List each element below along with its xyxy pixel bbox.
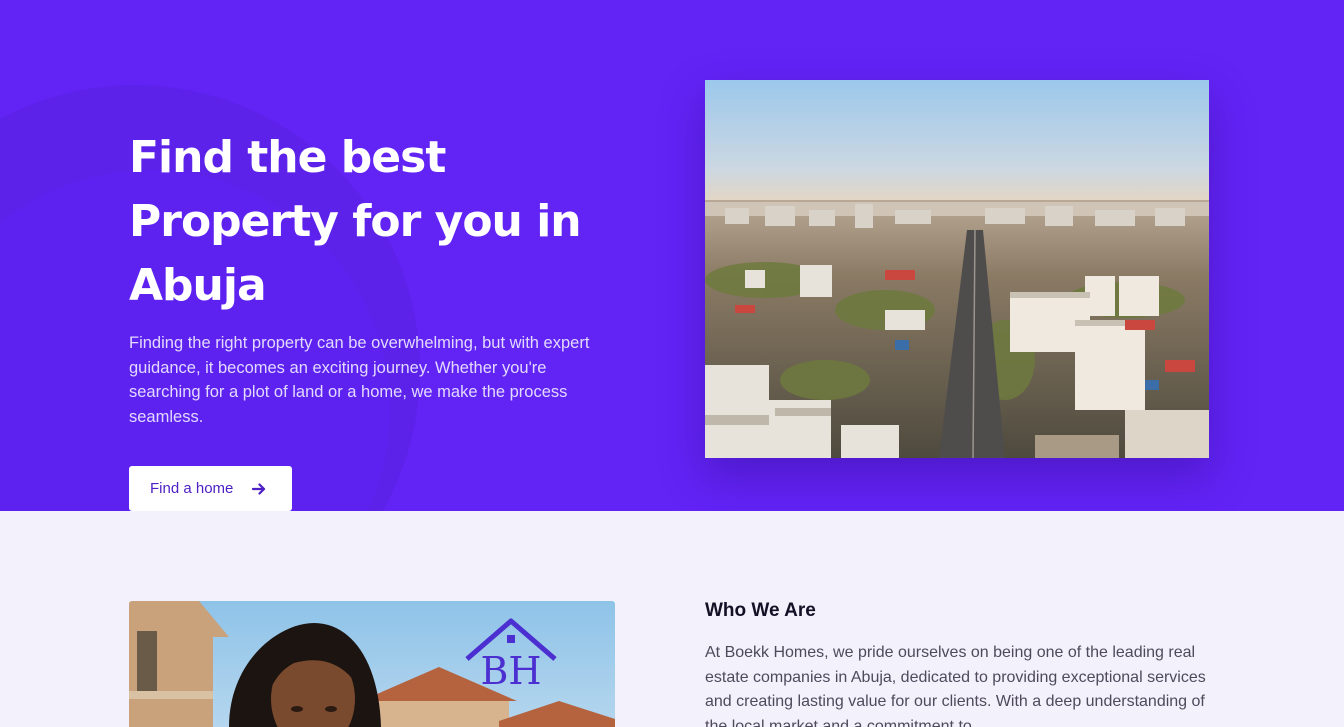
team-member-image: BH (129, 601, 615, 727)
agent-portrait-photo: BH (129, 601, 615, 727)
hero-title: Find the best Property for you in Abuja (129, 132, 582, 311)
find-a-home-label: Find a home (150, 480, 234, 497)
city-aerial-photo (705, 80, 1209, 458)
arrow-right-icon (252, 482, 266, 495)
hero-city-image (705, 80, 1209, 458)
who-we-are-text: At Boekk Homes, we pride ourselves on be… (705, 644, 1206, 727)
who-we-are-heading: Who We Are (705, 600, 816, 621)
find-a-home-button[interactable]: Find a home (129, 466, 292, 511)
hero-description: Finding the right property can be overwh… (129, 334, 590, 426)
logo-text: BH (480, 649, 541, 693)
hero-section: Find the best Property for you in Abuja … (0, 0, 1344, 511)
